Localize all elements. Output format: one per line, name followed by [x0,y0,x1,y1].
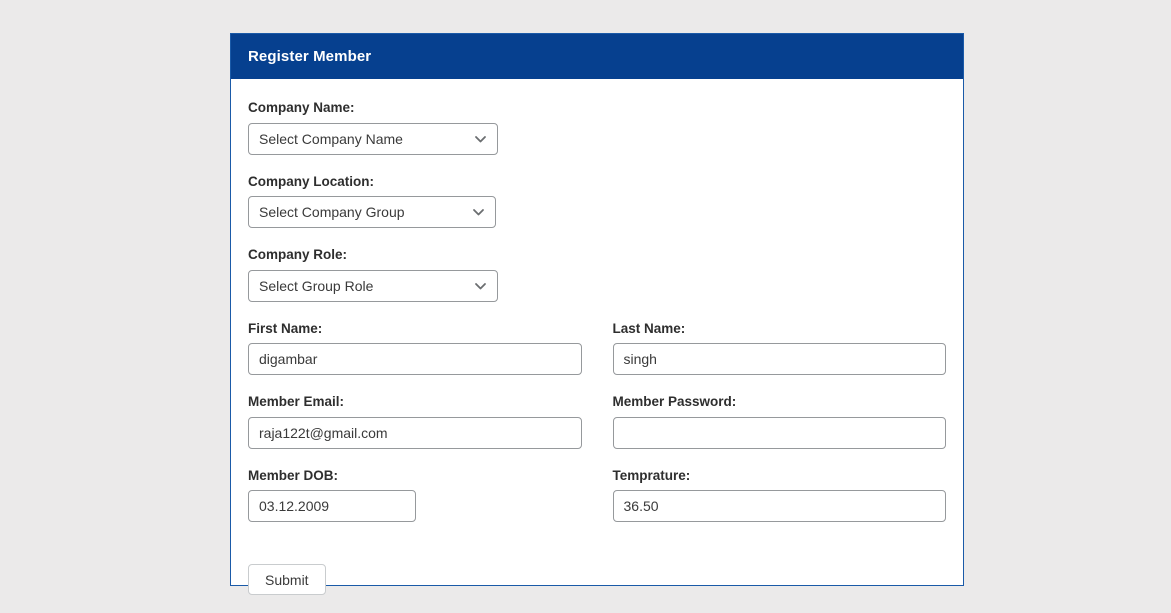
page-title: Register Member [248,48,372,65]
label-company-location: Company Location: [248,173,375,189]
field-member-dob: Member DOB: 03.12.2009 [248,467,582,522]
first-name-input[interactable]: digambar [248,343,582,375]
label-member-dob: Member DOB: [248,467,339,483]
row-names: First Name: digambar Last Name: singh [248,320,946,375]
label-last-name: Last Name: [612,320,686,336]
label-company-role: Company Role: [248,247,348,262]
label-member-password: Member Password: [612,394,737,409]
register-member-form: Company Name: Select Company Name Compan… [231,79,963,595]
last-name-input[interactable]: singh [612,343,946,375]
member-password-input[interactable] [612,416,946,449]
submit-button[interactable]: Submit [248,564,326,595]
member-email-input[interactable]: raja122t@gmail.com [248,416,582,449]
submit-row: Submit [248,542,946,595]
label-first-name: First Name: [248,320,323,336]
company-location-select-wrap: Select Company Group [248,196,496,228]
company-name-select-wrap: Select Company Name [248,122,498,155]
field-last-name: Last Name: singh [612,320,946,375]
register-member-card: Register Member Company Name: Select Com… [230,33,964,595]
field-company-role: Company Role: Select Group Role [248,248,946,302]
temprature-input[interactable]: 36.50 [612,490,946,522]
company-role-select-wrap: Select Group Role [248,269,498,302]
field-member-password: Member Password: [612,394,946,449]
company-location-select[interactable]: Select Company Group [248,196,496,228]
company-name-select[interactable]: Select Company Name [248,122,498,155]
row-credentials: Member Email: raja122t@gmail.com Member … [248,395,946,449]
label-temprature: Temprature: [612,467,691,483]
field-first-name: First Name: digambar [248,320,582,375]
field-company-location: Company Location: Select Company Group [248,173,946,228]
company-role-select[interactable]: Select Group Role [248,269,498,302]
row-dob-temprature: Member DOB: 03.12.2009 Temprature: 36.50 [248,467,946,522]
field-member-email: Member Email: raja122t@gmail.com [248,395,582,449]
card-header: Register Member [231,34,963,79]
label-member-email: Member Email: [248,394,345,409]
label-company-name: Company Name: [248,100,355,115]
field-temprature: Temprature: 36.50 [612,467,946,522]
member-dob-input[interactable]: 03.12.2009 [248,490,416,522]
field-company-name: Company Name: Select Company Name [248,101,946,155]
